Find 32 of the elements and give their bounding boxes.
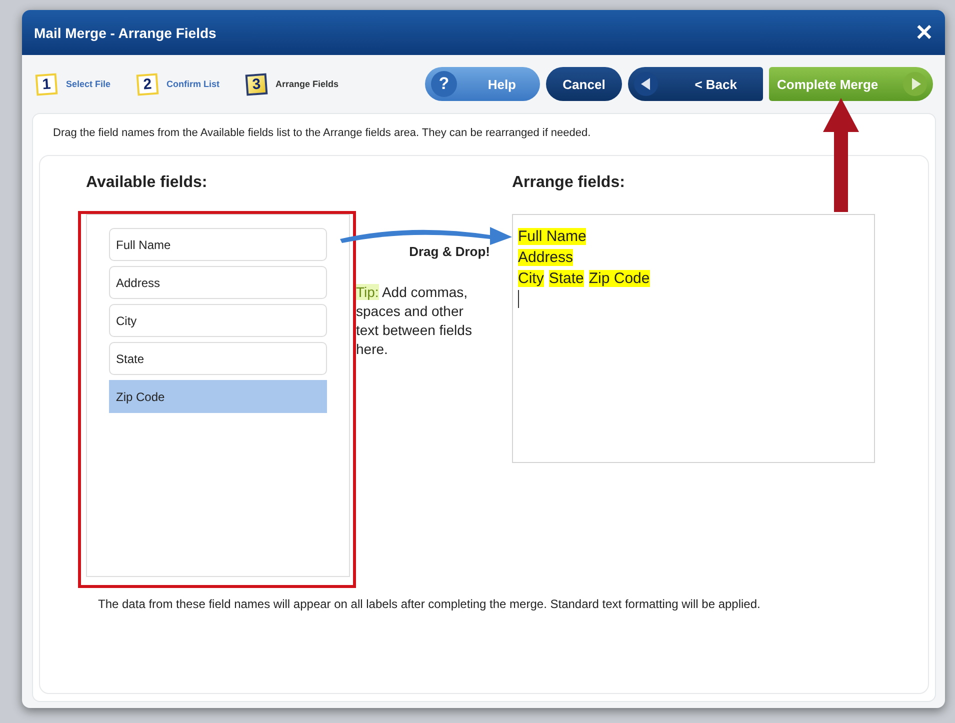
arrange-fields-area[interactable]: Full Name Address City State Zip Code (512, 214, 875, 463)
field-item[interactable]: Full Name (109, 228, 327, 261)
close-button[interactable]: ✕ (913, 22, 935, 44)
step-number: 1 (35, 72, 58, 96)
triangle-right-icon (903, 72, 927, 96)
field-item[interactable]: Zip Code (109, 380, 327, 413)
text-cursor (518, 290, 519, 308)
step-number: 2 (136, 72, 158, 96)
window-title: Mail Merge - Arrange Fields (34, 24, 216, 40)
field-token: Address (518, 249, 574, 266)
step-number: 3 (244, 72, 268, 96)
cancel-button[interactable]: Cancel (546, 67, 622, 101)
field-token: Zip Code (588, 270, 650, 287)
field-item[interactable]: State (109, 342, 327, 375)
field-token: Full Name (518, 228, 586, 245)
footer-note: The data from these field names will appear on all labels after completing the merge. Standard text formatting will be applied. (98, 597, 762, 611)
tip-text: Tip: Add commas, spaces and other text between fields here. (356, 283, 473, 359)
arrange-fields-title: Arrange fields: (512, 174, 626, 192)
field-token: City (518, 270, 544, 287)
instructions-text: Drag the field names from the Available fields list to the Arrange fields area. They can be rearranged if needed. (53, 127, 592, 139)
field-item[interactable]: Address (109, 266, 327, 299)
available-fields-title: Available fields: (86, 174, 208, 192)
step-label[interactable]: Confirm List (166, 79, 220, 89)
drag-drop-label: Drag & Drop! (409, 244, 490, 259)
field-item[interactable]: City (109, 304, 327, 337)
step-label: Arrange Fields (276, 79, 339, 89)
help-icon: ? (431, 71, 457, 97)
triangle-left-icon (634, 72, 658, 96)
step-label[interactable]: Select File (66, 79, 111, 89)
field-token: State (548, 270, 584, 287)
back-button[interactable]: < Back (628, 67, 763, 101)
help-button[interactable]: ? Help (425, 67, 540, 101)
